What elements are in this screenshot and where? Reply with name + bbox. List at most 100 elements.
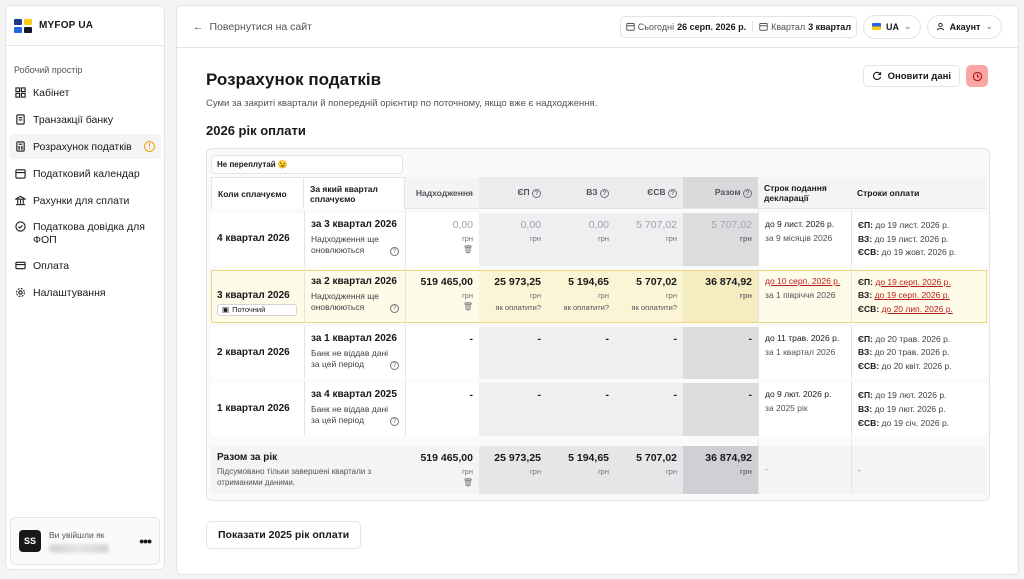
sidebar-item-tax-calculation[interactable]: Розрахунок податків !: [9, 134, 161, 159]
more-icon[interactable]: •••: [139, 533, 152, 549]
currency: грн: [739, 234, 752, 243]
how-to-pay-link[interactable]: як оплатити?: [485, 303, 541, 312]
for-sub-text: Банк не віддав дані за цей період: [311, 404, 389, 426]
note-badge: Не переплутай 😉: [211, 155, 403, 174]
total-value: 36 874,92: [705, 452, 752, 465]
cell-vz: -: [547, 322, 615, 380]
calendar-icon: ▣: [222, 305, 230, 315]
info-icon[interactable]: ?: [390, 247, 399, 257]
currency: грн: [597, 467, 609, 477]
cell-summary-label: Разом за рік Підсумовано тільки завершен…: [211, 436, 405, 494]
pay-ep: ЄП: до 19 лют. 2026 р.: [858, 389, 981, 403]
vz-value: -: [605, 389, 610, 402]
sidebar-item-tax-calendar[interactable]: Податковий календар: [9, 161, 161, 186]
sidebar-item-settings[interactable]: Налаштування: [9, 280, 161, 305]
how-to-pay-link[interactable]: як оплатити?: [553, 303, 609, 312]
pay-label: ВЗ:: [858, 233, 873, 244]
currency: грн: [739, 290, 752, 300]
section-label: Робочий простір: [14, 65, 83, 75]
back-link[interactable]: ← Повернутися на сайт: [193, 21, 312, 33]
cell-deadline: до 10 серп. 2026 р. за 1 півріччя 2026: [758, 265, 851, 323]
cell-pay: ЄП: до 19 лист. 2026 р. ВЗ: до 19 лист. …: [851, 209, 987, 266]
pay-esv: ЄСВ: до 19 жовт. 2026 р.: [858, 246, 981, 260]
info-icon[interactable]: ?: [390, 303, 399, 313]
trash-icon[interactable]: 🗑: [412, 245, 473, 254]
pay-esv: ЄСВ: до 20 квіт. 2026 р.: [858, 360, 981, 374]
pay-label: ЄСВ:: [858, 417, 880, 428]
show-previous-year-button[interactable]: Показати 2025 рік оплати: [206, 520, 362, 549]
user-meta: Ви увійшли як: [49, 530, 131, 553]
info-icon[interactable]: ?: [668, 189, 677, 198]
cell-when: 1 квартал 2026: [211, 379, 304, 437]
for-value: за 2 квартал 2026: [311, 275, 397, 287]
history-button[interactable]: [966, 65, 988, 87]
info-icon[interactable]: ?: [390, 360, 399, 370]
for-sub: Надходження ще оновлюються?: [311, 291, 399, 313]
sidebar-item-bank-transactions[interactable]: Транзакції банку: [9, 107, 161, 132]
currency: грн: [461, 234, 473, 243]
brand[interactable]: MYFOP UA: [6, 6, 164, 46]
currency: грн: [665, 234, 677, 243]
col-vz-label: ВЗ: [586, 187, 598, 197]
pay-label: ВЗ:: [858, 403, 873, 414]
pay-date: до 20 трав. 2026 р.: [874, 347, 950, 358]
info-icon[interactable]: ?: [390, 417, 399, 427]
info-icon[interactable]: ?: [600, 189, 609, 198]
cell-esv: 5 707,02 грн: [615, 209, 683, 266]
language-select[interactable]: UA ⌄: [863, 14, 921, 39]
today-pill: Сьогодні 26 серп. 2026 р. Квартал 3 квар…: [619, 15, 858, 38]
cell-when: 2 квартал 2026: [211, 322, 304, 380]
cell-pay: ЄП: до 19 лют. 2026 р. ВЗ: до 19 лют. 20…: [851, 379, 987, 437]
vz-value: 5 194,65: [568, 275, 609, 288]
pay-label: ЄП:: [858, 333, 873, 344]
cell-ep: -: [479, 322, 547, 380]
ep-value: 25 973,25: [494, 275, 541, 288]
calculator-icon: [16, 141, 25, 152]
when-value: 4 квартал 2026: [217, 233, 290, 244]
calendar-icon: [759, 23, 768, 31]
quarter-value: 3 квартал: [808, 21, 852, 32]
sidebar-item-label: Податкова довідка для ФОП: [33, 221, 145, 246]
pay-label: ЄП:: [858, 390, 873, 401]
cell-esv: -: [615, 379, 683, 437]
main-panel: ← Повернутися на сайт Сьогодні 26 серп. …: [176, 5, 1019, 575]
info-icon[interactable]: ?: [532, 189, 541, 198]
sidebar-item-tax-certificate[interactable]: Податкова довідка для ФОП: [9, 215, 161, 251]
sidebar-item-label: Податковий календар: [33, 167, 140, 180]
for-sub-text: Надходження ще оновлюються: [311, 290, 379, 312]
vz-value: -: [605, 332, 610, 345]
dashboard-icon: [15, 87, 26, 98]
refresh-button[interactable]: Оновити дані: [862, 65, 960, 87]
cell-total: 5 707,02 грн: [683, 209, 758, 266]
how-to-pay-link[interactable]: як оплатити?: [621, 303, 677, 312]
currency: грн: [739, 467, 752, 477]
gear-icon: [16, 288, 25, 297]
cell-when: 3 квартал 2026 ▣ Поточний: [211, 265, 304, 323]
pay-date: до 19 серп. 2026 р.: [875, 276, 951, 287]
cell-total: -: [683, 379, 758, 437]
trash-icon[interactable]: 🗑: [412, 302, 473, 311]
cell-for: за 4 квартал 2025 Банк не віддав дані за…: [304, 379, 405, 437]
info-icon[interactable]: ?: [743, 189, 752, 198]
sidebar-item-payment[interactable]: Оплата: [9, 253, 161, 278]
sidebar-item-cabinet[interactable]: Кабінет: [9, 80, 161, 105]
pay-date: до 19 жовт. 2026 р.: [881, 247, 957, 258]
cell-pay: ЄП: до 20 трав. 2026 р. ВЗ: до 20 трав. …: [851, 322, 987, 380]
trash-icon[interactable]: 🗑: [411, 478, 473, 487]
refresh-icon: [872, 71, 881, 81]
table-header: Коли сплачуємо За який квартал сплачуємо…: [211, 177, 987, 209]
pay-label: ЄП:: [858, 220, 873, 230]
back-label: Повернутися на сайт: [209, 20, 312, 33]
pay-label: ВЗ:: [858, 290, 873, 301]
bank-icon: [15, 195, 26, 206]
for-sub: Банк не віддав дані за цей період?: [311, 348, 399, 370]
sidebar-item-label: Налаштування: [33, 286, 106, 299]
account-menu[interactable]: Акаунт ⌄: [926, 14, 1002, 39]
cell-for: за 2 квартал 2026 Надходження ще оновлюю…: [304, 265, 405, 323]
pay-vz: ВЗ: до 19 серп. 2026 р.: [858, 289, 981, 303]
user-box[interactable]: SS Ви увійшли як •••: [10, 517, 160, 565]
cell-vz: 5 194,65 грн: [547, 436, 615, 494]
table-row: 1 квартал 2026 за 4 квартал 2025 Банк не…: [211, 379, 987, 437]
sidebar-item-payment-accounts[interactable]: Рахунки для сплати: [9, 188, 161, 213]
deadline-value: до 10 серп. 2026 р.: [765, 275, 841, 286]
